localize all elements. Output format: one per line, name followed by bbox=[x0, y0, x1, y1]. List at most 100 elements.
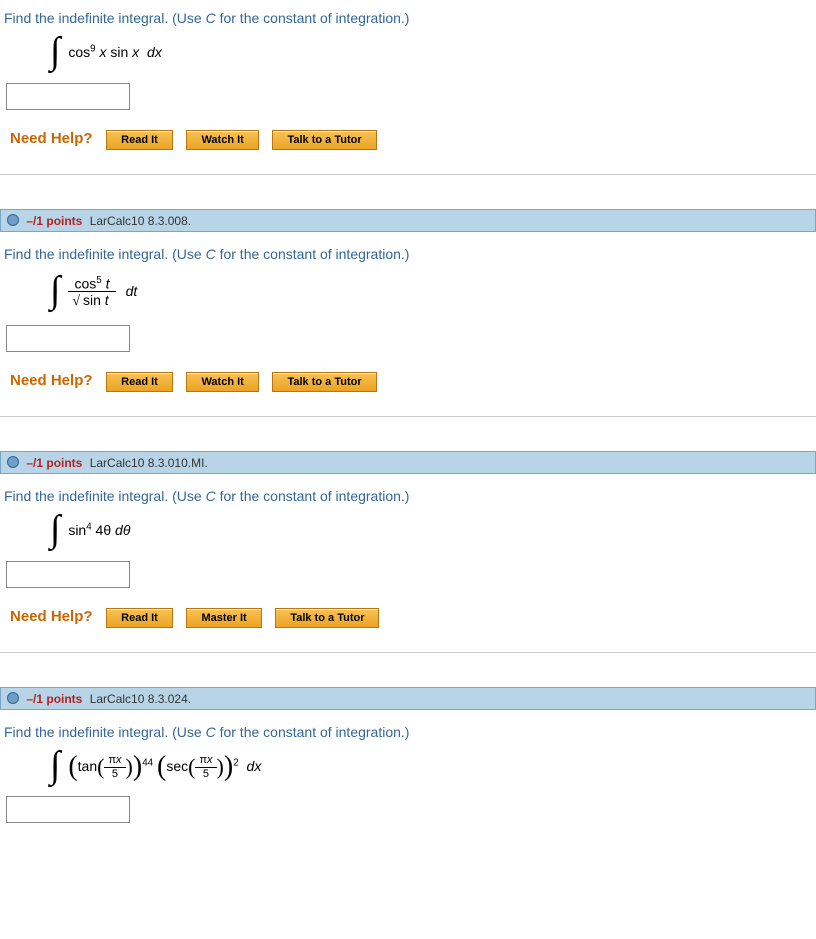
constant-c: C bbox=[206, 10, 216, 26]
rparen4-icon: ) bbox=[217, 758, 224, 776]
lparen4-icon: ( bbox=[188, 758, 195, 776]
constant-c: C bbox=[206, 724, 216, 740]
reference-label: LarCalc10 8.3.008. bbox=[90, 214, 191, 228]
dtheta: dθ bbox=[115, 522, 130, 538]
x: x bbox=[116, 754, 122, 766]
prompt-text-a: Find the indefinite integral. (Use bbox=[4, 10, 206, 26]
question-prompt: Find the indefinite integral. (Use C for… bbox=[0, 718, 816, 750]
answer-input[interactable] bbox=[6, 83, 130, 110]
reference-label: LarCalc10 8.3.010.MI. bbox=[90, 456, 208, 470]
read-button[interactable]: Read It bbox=[106, 372, 173, 392]
integral-formula: ∫ cos9 x sin x dx bbox=[0, 36, 816, 83]
answer-input[interactable] bbox=[6, 325, 130, 352]
question-2: –/1 points LarCalc10 8.3.008. Find the i… bbox=[0, 205, 816, 418]
pi: π bbox=[108, 754, 116, 766]
sec: sec bbox=[166, 758, 188, 774]
answer-box bbox=[6, 325, 816, 352]
help-row: Need Help? Read It Watch It Talk to a Tu… bbox=[0, 126, 816, 154]
question-header: –/1 points LarCalc10 8.3.024. bbox=[0, 687, 816, 710]
sin: sin bbox=[68, 522, 86, 538]
prompt-text-a: Find the indefinite integral. (Use bbox=[4, 488, 206, 504]
watch-button[interactable]: Watch It bbox=[186, 130, 258, 150]
need-help-label: Need Help? bbox=[10, 608, 93, 625]
dx: dx bbox=[147, 44, 162, 60]
tutor-button[interactable]: Talk to a Tutor bbox=[272, 372, 376, 392]
cos: cos bbox=[68, 44, 90, 60]
sin: sin bbox=[83, 292, 105, 308]
lparen-icon: ( bbox=[68, 756, 77, 778]
bullet-icon bbox=[7, 456, 19, 468]
question-header: –/1 points LarCalc10 8.3.008. bbox=[0, 209, 816, 232]
num-pix2: πx bbox=[195, 755, 216, 768]
answer-box bbox=[6, 83, 816, 110]
var-x2: x bbox=[132, 44, 139, 60]
sqrt-icon: sin t bbox=[72, 293, 111, 309]
question-prompt: Find the indefinite integral. (Use C for… bbox=[0, 4, 816, 36]
question-prompt: Find the indefinite integral. (Use C for… bbox=[0, 240, 816, 272]
constant-c: C bbox=[206, 488, 216, 504]
dx: dx bbox=[247, 758, 262, 774]
prompt-text-b: for the constant of integration.) bbox=[216, 10, 410, 26]
points-label: –/1 points bbox=[26, 692, 82, 706]
five2: 5 bbox=[195, 768, 216, 780]
prompt-text-b: for the constant of integration.) bbox=[216, 488, 410, 504]
read-button[interactable]: Read It bbox=[106, 608, 173, 628]
denominator: sin t bbox=[68, 292, 115, 309]
need-help-label: Need Help? bbox=[10, 372, 93, 389]
arg: 4θ bbox=[92, 522, 115, 538]
prompt-text-b: for the constant of integration.) bbox=[216, 724, 410, 740]
question-3: –/1 points LarCalc10 8.3.010.MI. Find th… bbox=[0, 447, 816, 653]
integral-sign-icon: ∫ bbox=[50, 752, 60, 779]
question-prompt: Find the indefinite integral. (Use C for… bbox=[0, 482, 816, 514]
tutor-button[interactable]: Talk to a Tutor bbox=[272, 130, 376, 150]
integral-sign-icon: ∫ bbox=[50, 516, 60, 543]
pi2: π bbox=[199, 754, 207, 766]
bullet-icon bbox=[7, 214, 19, 226]
dt: dt bbox=[126, 283, 138, 299]
tutor-button[interactable]: Talk to a Tutor bbox=[275, 608, 379, 628]
tan: tan bbox=[78, 758, 97, 774]
frac-pix5-a: πx5 bbox=[104, 755, 125, 780]
answer-box bbox=[6, 796, 816, 823]
numerator: cos5 t bbox=[68, 276, 115, 293]
prompt-text-a: Find the indefinite integral. (Use bbox=[4, 246, 206, 262]
fraction: cos5 t sin t bbox=[68, 276, 115, 310]
need-help-label: Need Help? bbox=[10, 130, 93, 147]
reference-label: LarCalc10 8.3.024. bbox=[90, 692, 191, 706]
question-1: Find the indefinite integral. (Use C for… bbox=[0, 0, 816, 175]
var-t: t bbox=[106, 275, 110, 291]
help-row: Need Help? Read It Master It Talk to a T… bbox=[0, 604, 816, 632]
question-header: –/1 points LarCalc10 8.3.010.MI. bbox=[0, 451, 816, 474]
rparen2-icon: ) bbox=[126, 758, 133, 776]
integral-formula: ∫ (tan(πx5))44 (sec(πx5))2 dx bbox=[0, 750, 816, 797]
bullet-icon bbox=[7, 692, 19, 704]
integral-sign-icon: ∫ bbox=[50, 38, 60, 65]
points-label: –/1 points bbox=[26, 214, 82, 228]
prompt-text-b: for the constant of integration.) bbox=[216, 246, 410, 262]
answer-box bbox=[6, 561, 816, 588]
help-row: Need Help? Read It Watch It Talk to a Tu… bbox=[0, 368, 816, 396]
num-pix: πx bbox=[104, 755, 125, 768]
exp9: 9 bbox=[90, 43, 95, 54]
var-t2: t bbox=[105, 292, 109, 308]
master-button[interactable]: Master It bbox=[186, 608, 261, 628]
answer-input[interactable] bbox=[6, 796, 130, 823]
x2: x bbox=[207, 754, 213, 766]
watch-button[interactable]: Watch It bbox=[186, 372, 258, 392]
points-label: –/1 points bbox=[26, 456, 82, 470]
prompt-text-a: Find the indefinite integral. (Use bbox=[4, 724, 206, 740]
rparen-icon: ) bbox=[133, 756, 142, 778]
integral-sign-icon: ∫ bbox=[50, 277, 60, 304]
lparen2-icon: ( bbox=[97, 758, 104, 776]
integral-formula: ∫ sin4 4θ dθ bbox=[0, 514, 816, 561]
exp5: 5 bbox=[96, 275, 101, 286]
integral-formula: ∫ cos5 t sin t dt bbox=[0, 272, 816, 326]
rparen3-icon: ) bbox=[224, 756, 233, 778]
read-button[interactable]: Read It bbox=[106, 130, 173, 150]
lparen3-icon: ( bbox=[157, 756, 166, 778]
cos: cos bbox=[74, 275, 96, 291]
five: 5 bbox=[104, 768, 125, 780]
sin: sin bbox=[106, 44, 132, 60]
frac-pix5-b: πx5 bbox=[195, 755, 216, 780]
answer-input[interactable] bbox=[6, 561, 130, 588]
